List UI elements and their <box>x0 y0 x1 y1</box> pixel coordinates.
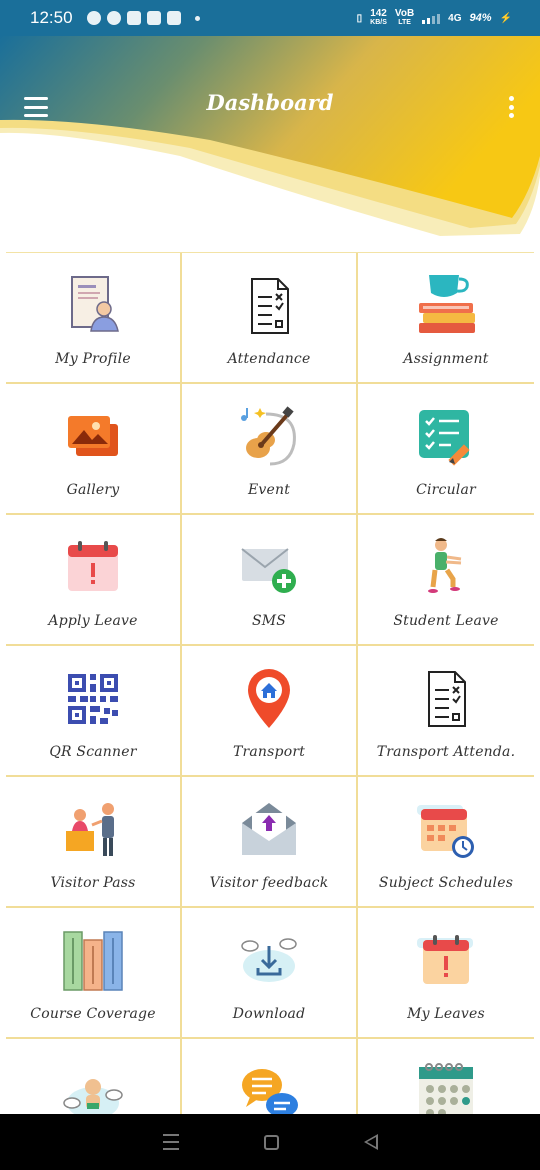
tile-baby[interactable] <box>6 1039 182 1114</box>
status-right: ▯ 142 KB/S VoB LTE 4G 94% ⚡ <box>357 9 512 27</box>
tile-attendance[interactable]: Attendance <box>182 253 358 384</box>
tile-label: QR Scanner <box>49 744 137 760</box>
tile-label: Student Leave <box>393 613 499 629</box>
tile-event[interactable]: Event <box>182 384 358 515</box>
tile-label: Transport Attenda. <box>376 744 516 760</box>
volte-indicator: VoB LTE <box>395 9 414 27</box>
youtube-icon <box>166 11 181 25</box>
location-pin-icon <box>248 669 290 728</box>
checklist-document-icon <box>251 278 289 334</box>
signal-icon <box>422 12 441 24</box>
tile-label: Visitor Pass <box>50 875 136 891</box>
envelope-upload-icon <box>242 803 296 855</box>
more-notifications-dot <box>194 15 200 21</box>
charging-icon: ⚡ <box>499 12 512 24</box>
chat-bubbles-icon <box>242 1069 298 1114</box>
tile-label: Download <box>232 1006 306 1022</box>
tile-label: Attendance <box>227 351 311 367</box>
profile-document-icon <box>71 276 119 332</box>
baby-clouds-icon <box>63 1079 123 1114</box>
tile-qr-scanner[interactable]: QR Scanner <box>6 646 182 777</box>
checklist-pencil-icon <box>419 410 470 466</box>
calendar-alert-icon <box>68 541 118 591</box>
battery-level: 94% <box>469 12 492 24</box>
tile-label: Transport <box>232 744 306 760</box>
tile-visitor-pass[interactable]: Visitor Pass <box>6 777 182 908</box>
books-shelf-icon <box>63 931 123 991</box>
tile-chat[interactable] <box>182 1039 358 1114</box>
notification-app-icon <box>86 11 101 25</box>
status-time: 12:50 <box>30 8 73 27</box>
tile-label: Gallery <box>66 482 120 498</box>
guitar-music-icon <box>241 406 296 466</box>
tile-circular[interactable]: Circular <box>358 384 534 515</box>
student-walking-icon <box>428 538 462 593</box>
back-icon[interactable] <box>363 1134 378 1150</box>
dashboard-grid: My Profile Attendance Assignment Gallery… <box>6 252 534 1114</box>
notification-icons <box>86 11 200 25</box>
header-background <box>0 36 540 236</box>
tile-label: My Leaves <box>407 1006 485 1022</box>
shortcut-app-icon <box>146 11 161 25</box>
status-bar: 12:50 ▯ 142 KB/S VoB LTE 4G 94% ⚡ <box>0 0 540 36</box>
calendar-grid-icon <box>419 1063 473 1114</box>
tile-apply-leave[interactable]: Apply Leave <box>6 515 182 646</box>
tile-subject-schedules[interactable]: Subject Schedules <box>358 777 534 908</box>
calendar-alert-icon <box>417 935 473 984</box>
net-speed: 142 KB/S <box>370 9 387 27</box>
tile-student-leave[interactable]: Student Leave <box>358 515 534 646</box>
tile-label: Assignment <box>403 351 489 367</box>
envelope-plus-icon <box>241 548 296 593</box>
tile-assignment[interactable]: Assignment <box>358 253 534 384</box>
page-title: Dashboard <box>206 90 334 115</box>
tile-label: Circular <box>416 482 476 498</box>
volte-top: VoB <box>394 8 415 19</box>
volte-bottom: LTE <box>398 19 411 26</box>
photo-gallery-icon <box>68 416 118 456</box>
messenger-icon <box>126 11 141 25</box>
checklist-document-icon <box>428 671 466 727</box>
tile-visitor-feedback[interactable]: Visitor feedback <box>182 777 358 908</box>
system-nav-bar <box>0 1114 540 1170</box>
network-type: 4G <box>448 12 462 24</box>
net-speed-value: 142 <box>370 8 387 19</box>
books-cup-icon <box>419 275 475 333</box>
tile-calendar[interactable] <box>358 1039 534 1114</box>
tile-transport-attendance[interactable]: Transport Attenda. <box>358 646 534 777</box>
tile-label: Event <box>247 482 291 498</box>
header-banner: Dashboard <box>0 36 540 251</box>
qr-code-icon <box>68 674 118 724</box>
recent-apps-icon[interactable] <box>162 1134 179 1150</box>
tile-sms[interactable]: SMS <box>182 515 358 646</box>
visitor-desk-icon <box>66 803 114 856</box>
more-options-icon[interactable] <box>506 96 516 118</box>
tile-label: Course Coverage <box>30 1006 156 1022</box>
tile-label: SMS <box>251 613 287 629</box>
tile-gallery[interactable]: Gallery <box>6 384 182 515</box>
tile-course-coverage[interactable]: Course Coverage <box>6 908 182 1039</box>
tile-label: Visitor feedback <box>209 875 329 891</box>
tile-my-leaves[interactable]: My Leaves <box>358 908 534 1039</box>
vibrate-icon: ▯ <box>356 12 363 24</box>
home-icon[interactable] <box>263 1134 279 1150</box>
calendar-clock-icon <box>417 805 474 858</box>
tile-download[interactable]: Download <box>182 908 358 1039</box>
tile-transport[interactable]: Transport <box>182 646 358 777</box>
net-speed-unit: KB/S <box>370 19 387 26</box>
tile-label: Apply Leave <box>48 613 138 629</box>
cloud-download-icon <box>241 938 297 982</box>
tile-label: Subject Schedules <box>378 875 514 891</box>
facebook-icon <box>106 11 121 25</box>
tile-my-profile[interactable]: My Profile <box>6 253 182 384</box>
tile-label: My Profile <box>55 351 131 367</box>
